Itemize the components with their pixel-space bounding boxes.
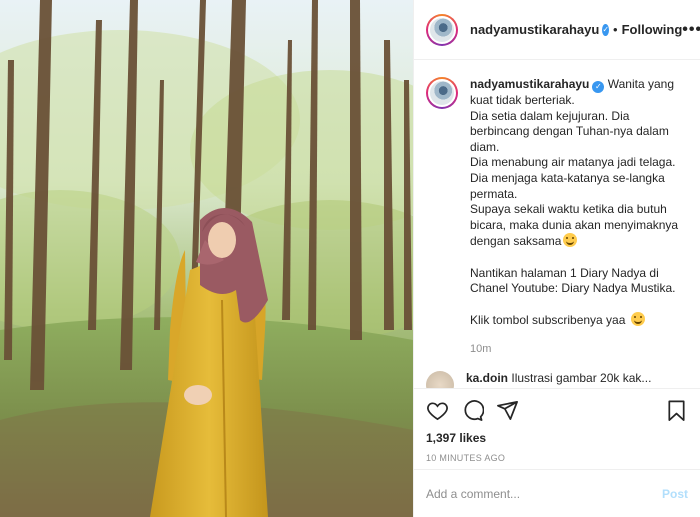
caption-line: nadyamustikarahayu ✓ Wanita yang kuat tid… [470,77,688,109]
smiling-face-icon [630,312,645,327]
caption-body: nadyamustikarahayu ✓ Wanita yang kuat tid… [470,77,688,329]
more-icon[interactable]: ••• [682,21,700,39]
caption-username[interactable]: nadyamustikarahayu [470,77,589,91]
bookmark-icon[interactable] [665,399,688,422]
heart-icon[interactable] [426,399,449,422]
caption-avatar[interactable] [426,77,458,109]
post-header: nadyamustikarahayu ✓ • Following ••• [414,0,700,60]
header-username[interactable]: nadyamustikarahayu [470,22,599,37]
caption-line-1: Dia setia dalam kejujuran. Dia berbincan… [470,108,673,154]
caption-line: Supaya sekali waktu ketika dia butuh bic… [470,202,688,250]
verified-icon: ✓ [592,81,605,93]
share-icon[interactable] [496,399,519,422]
comment-body: Ilustrasi gambar 20k kak... [511,370,652,385]
action-icons [426,397,688,423]
comments-area[interactable]: nadyamustikarahayu ✓ Wanita yang kuat tid… [414,61,700,388]
caption-line-7 [470,297,688,313]
caption-line-8: Klik tombol subscribenya yaa [470,313,626,328]
comment-username[interactable]: ka.doin [466,371,508,385]
post-side-panel: nadyamustikarahayu ✓ • Following ••• nad… [413,0,700,517]
caption-line-5 [470,250,688,266]
post-actions: 1,397 likes 10 MINUTES AGO [414,388,700,463]
avatar[interactable] [426,13,458,46]
avatar-image [428,79,456,107]
likes-count[interactable]: 1,397 likes [426,431,688,445]
caption-time[interactable]: 10m [470,343,688,355]
add-comment-bar: Post [414,469,700,517]
header-separator: • [613,22,618,37]
caption-line-2: Dia menabung air matanya jadi telaga. [470,155,676,170]
comment-text: ka.doin Ilustrasi gambar 20k kak... [466,371,651,385]
post-comment-button[interactable]: Post [662,487,688,501]
comment-icon[interactable] [461,399,484,422]
instagram-post: nadyamustikarahayu ✓ • Following ••• nad… [0,0,700,517]
caption-line: Klik tombol subscribenya yaa [470,312,688,329]
forest-photo-illustration [0,0,413,517]
smiling-face-icon [563,233,578,248]
following-button[interactable]: Following [622,22,683,37]
post-timestamp[interactable]: 10 MINUTES AGO [426,453,688,463]
avatar-image [428,15,456,44]
post-photo[interactable] [0,0,413,517]
comment-input[interactable] [426,486,662,501]
comment-avatar[interactable] [426,370,454,388]
verified-icon: ✓ [602,23,610,36]
caption: nadyamustikarahayu ✓ Wanita yang kuat tid… [426,77,688,329]
comment-item: ka.doin Ilustrasi gambar 20k kak... [426,370,688,388]
caption-line-6: Nantikan halaman 1 Diary Nadya di Chanel… [470,265,676,296]
caption-line-3: Dia menjaga kata-katanya se-langka perma… [470,170,669,201]
